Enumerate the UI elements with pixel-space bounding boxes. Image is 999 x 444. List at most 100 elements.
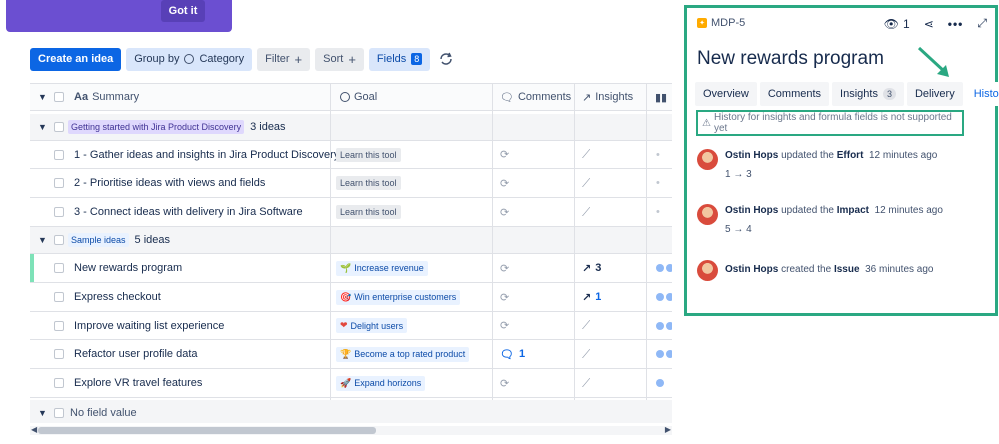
row-checkbox[interactable] [54, 369, 64, 397]
tab-comments[interactable]: Comments [759, 82, 830, 106]
tab-overview[interactable]: Overview [695, 82, 757, 106]
tab-delivery[interactable]: Delivery [906, 82, 963, 106]
group-checkbox[interactable] [54, 227, 64, 253]
table-row[interactable]: 2 - Prioritise ideas with views and fiel… [30, 169, 672, 198]
goal-text: Expand horizons [354, 378, 422, 388]
comment-icon[interactable]: ⟳ [500, 141, 509, 168]
column-comments[interactable]: 🗨 Comments [500, 84, 571, 110]
warning-text: History for insights and formula fields … [713, 112, 952, 134]
row-comments[interactable]: 🗨 1 [500, 340, 525, 368]
row-summary[interactable]: Explore VR travel features [74, 369, 202, 397]
group-count: 3 ideas [250, 121, 286, 133]
seedling-icon: 🌱 [340, 262, 352, 273]
row-extra: • [656, 148, 660, 161]
comment-icon[interactable]: ⟳ [500, 369, 509, 397]
row-insights[interactable]: ↗ 3 [582, 254, 601, 282]
chevron-down-icon[interactable]: ▼ [38, 227, 47, 253]
table-row[interactable]: Explore VR travel features 🚀 Expand horiz… [30, 369, 672, 398]
column-chart-icon[interactable]: ▮▮ [655, 84, 667, 110]
row-summary[interactable]: 1 - Gather ideas and insights in Jira Pr… [74, 141, 339, 168]
comment-icon[interactable]: ⟳ [500, 283, 509, 311]
group-by-button[interactable]: Group by Category [126, 47, 253, 71]
row-extra: • [656, 206, 660, 218]
table-row[interactable]: Refactor user profile data 🏆 Become a top… [30, 340, 672, 369]
tab-insights[interactable]: Insights 3 [832, 82, 904, 106]
row-extra [656, 312, 672, 339]
goal-lozenge: 🌱 Increase revenue [336, 260, 428, 276]
expand-all-chevron[interactable]: ▼ [38, 84, 47, 110]
column-comments-label: Comments [517, 91, 572, 103]
row-checkbox[interactable] [54, 254, 64, 282]
group-checkbox[interactable] [54, 114, 64, 140]
row-checkbox[interactable] [54, 312, 64, 339]
history-entry: Ostin Hops updated the Impact 12 minutes… [697, 204, 943, 235]
trend-icon: ⟋ [582, 375, 591, 390]
share-icon[interactable]: ⋖ [924, 17, 934, 31]
sort-button[interactable]: Sort + [315, 47, 364, 71]
table-row[interactable]: Express checkout 🎯 Win enterprise custome… [30, 283, 672, 312]
comment-icon[interactable]: ⟳ [500, 312, 509, 339]
comment-icon[interactable]: ⟳ [500, 254, 509, 282]
more-icon[interactable]: ••• [948, 17, 964, 31]
heart-icon: ❤ [340, 320, 348, 330]
tab-history[interactable]: History [965, 82, 999, 106]
issue-key[interactable]: ✦ MDP-5 [697, 17, 745, 29]
column-summary[interactable]: Aa Summary [74, 84, 139, 110]
trend-icon: ⟋ [582, 204, 591, 219]
chevron-down-icon[interactable]: ▼ [38, 400, 47, 423]
row-summary[interactable]: Refactor user profile data [74, 340, 198, 368]
comment-icon[interactable]: ⟳ [500, 198, 509, 226]
got-it-button[interactable]: Got it [161, 0, 205, 22]
row-checkbox[interactable] [54, 169, 64, 197]
row-summary[interactable]: Express checkout [74, 283, 161, 311]
scrollbar-thumb[interactable] [38, 427, 376, 434]
table-row[interactable]: Improve waiting list experience ❤ Delight… [30, 312, 672, 340]
group-header[interactable]: ▼ Sample ideas 5 ideas [30, 227, 672, 254]
auto-refresh-button[interactable] [435, 48, 457, 71]
filter-button[interactable]: Filter + [257, 47, 311, 71]
row-checkbox[interactable] [54, 198, 64, 226]
group-header[interactable]: ▼ No field value [30, 400, 672, 423]
chevron-down-icon[interactable]: ▼ [38, 114, 47, 140]
row-checkbox[interactable] [54, 141, 64, 168]
comment-icon[interactable]: ⟳ [500, 169, 509, 197]
history-text: Ostin Hops updated the Effort 12 minutes… [725, 150, 938, 161]
idea-title[interactable]: New rewards program [697, 48, 884, 70]
select-all-checkbox[interactable] [54, 84, 64, 110]
group-by-value: Category [199, 53, 245, 65]
column-insights[interactable]: ↗ Insights [582, 84, 633, 110]
create-idea-button[interactable]: Create an idea [30, 47, 122, 71]
row-extra [656, 369, 666, 397]
plus-icon: + [348, 51, 356, 67]
row-checkbox[interactable] [54, 340, 64, 368]
row-checkbox[interactable] [54, 283, 64, 311]
history-text: Ostin Hops updated the Impact 12 minutes… [725, 205, 943, 216]
row-goal: Learn this tool [336, 141, 401, 168]
table-row[interactable]: 1 - Gather ideas and insights in Jira Pr… [30, 141, 672, 169]
watch-button[interactable]: 👁 1 [884, 17, 910, 31]
fields-button[interactable]: Fields 8 [368, 47, 431, 71]
insights-count: 3 [595, 262, 602, 274]
group-label: Getting started with Jira Product Discov… [68, 120, 245, 134]
table-row[interactable]: New rewards program 🌱 Increase revenue ⟳ … [30, 254, 672, 283]
row-summary[interactable]: New rewards program [74, 254, 182, 282]
group-header[interactable]: ▼ Getting started with Jira Product Disc… [30, 114, 672, 141]
group-checkbox[interactable] [54, 400, 64, 423]
horizontal-scrollbar[interactable]: ◀ ▶ [30, 425, 672, 435]
row-summary[interactable]: Improve waiting list experience [74, 312, 224, 339]
scroll-left-icon[interactable]: ◀ [31, 425, 37, 434]
row-goal: 🏆 Become a top rated product [336, 340, 470, 368]
row-insights[interactable]: ↗ 1 [582, 283, 601, 311]
group-count: 5 ideas [134, 234, 171, 246]
row-summary[interactable]: 2 - Prioritise ideas with views and fiel… [74, 169, 265, 197]
column-goal[interactable]: Goal [340, 84, 377, 110]
expand-icon[interactable]: ⤢ [977, 16, 987, 31]
row-summary[interactable]: 3 - Connect ideas with delivery in Jira … [74, 198, 303, 226]
plus-icon: + [294, 51, 303, 67]
comment-icon: 🗨 [500, 348, 514, 361]
scroll-right-icon[interactable]: ▶ [665, 425, 671, 434]
row-goal: 🌱 Increase revenue [336, 254, 428, 282]
table-row[interactable]: 3 - Connect ideas with delivery in Jira … [30, 198, 672, 227]
text-field-icon: Aa [74, 91, 89, 103]
group-title: Getting started with Jira Product Discov… [68, 114, 286, 140]
